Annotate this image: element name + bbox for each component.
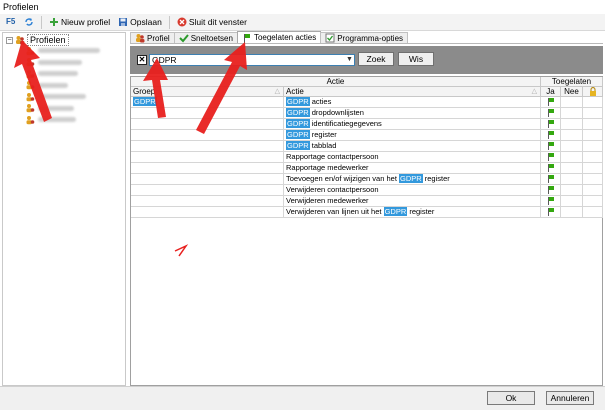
annotation-arrows xyxy=(14,40,247,257)
annotation-arrow-search xyxy=(143,58,168,118)
annotation-arrow-tree xyxy=(14,40,52,122)
cancel-button[interactable]: Annuleren xyxy=(546,391,594,405)
ok-button[interactable]: Ok xyxy=(487,391,535,405)
annotation-arrow-tab xyxy=(196,42,247,134)
cursor-mark-icon xyxy=(174,244,189,257)
